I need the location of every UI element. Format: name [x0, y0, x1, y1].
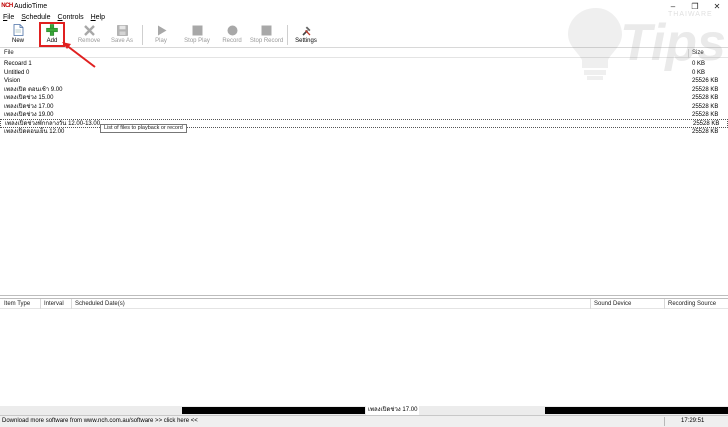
app-logo-icon: NCH	[1, 3, 13, 9]
file-size: 0 KB	[692, 61, 706, 67]
stop-record-label: Stop Record	[249, 38, 284, 44]
title-bar: NCH AudioTime – ❐ ✕	[0, 0, 728, 12]
window-title: AudioTime	[14, 2, 48, 10]
column-header-size[interactable]: Size	[692, 50, 704, 56]
stop-play-label: Stop Play	[184, 38, 210, 44]
playback-progress-bar[interactable]: เพลงเปิดช่วง 17.00	[0, 406, 728, 415]
schedule-header: Item Type Interval Scheduled Date(s) Sou…	[0, 299, 728, 309]
menu-controls[interactable]: Controls	[58, 14, 84, 21]
column-divider[interactable]	[71, 299, 72, 309]
file-list-tooltip: List of files to playback or record	[100, 124, 187, 133]
column-divider[interactable]	[590, 299, 591, 309]
play-button[interactable]: Play	[151, 23, 171, 47]
file-size: 25528 KB	[692, 86, 719, 93]
download-more-link[interactable]: Download more software from www.nch.com.…	[2, 418, 198, 424]
file-name: เพลงเปิดช่วง 17.00	[4, 103, 54, 110]
file-size: 25528 KB	[692, 103, 719, 110]
file-name: เพลงเปิด ตอนเช้า 9.00	[4, 86, 63, 93]
record-button[interactable]: Record	[220, 23, 244, 47]
maximize-button[interactable]: ❐	[684, 0, 706, 12]
record-label: Record	[222, 38, 242, 44]
settings-tools-icon	[300, 24, 312, 36]
remove-label: Remove	[77, 38, 101, 44]
file-size: 25528 KB	[692, 129, 719, 135]
progress-segment-left	[182, 407, 365, 414]
stop-square-icon	[191, 24, 203, 36]
toolbar-separator	[142, 25, 143, 45]
file-size: 0 KB	[692, 69, 706, 76]
list-item[interactable]: เพลงเปิดช่วง 15.00 25528 KB	[0, 94, 728, 103]
status-divider	[664, 417, 665, 426]
list-item[interactable]: Recoard 1 0 KB	[0, 60, 728, 69]
progress-segment-right	[545, 407, 728, 414]
toolbar-separator	[287, 25, 288, 45]
file-name: เพลงเปิดตอนเย็น 12.00	[4, 129, 65, 135]
file-size: 25528 KB	[693, 121, 720, 127]
stop-record-square-icon	[261, 24, 273, 36]
file-size: 25526 KB	[692, 78, 719, 84]
record-circle-icon	[226, 24, 238, 36]
menu-file[interactable]: File	[3, 14, 14, 21]
add-highlight-box	[39, 22, 65, 47]
schedule-pane[interactable]: Item Type Interval Scheduled Date(s) Sou…	[0, 298, 728, 404]
column-divider[interactable]	[664, 299, 665, 309]
file-name: Vision	[4, 78, 21, 84]
settings-label: Settings	[295, 38, 317, 44]
window-controls: – ❐ ✕	[662, 0, 728, 12]
column-header-item-type[interactable]: Item Type	[4, 301, 30, 307]
menu-bar: File Schedule Controls Help	[0, 12, 728, 22]
stop-play-button[interactable]: Stop Play	[183, 23, 211, 47]
column-header-file[interactable]: File	[4, 50, 14, 56]
list-item[interactable]: เพลงเปิด ตอนเช้า 9.00 25528 KB	[0, 86, 728, 95]
new-button[interactable]: New	[10, 23, 26, 47]
minimize-button[interactable]: –	[662, 0, 684, 12]
column-header-sound-device[interactable]: Sound Device	[594, 301, 631, 307]
menu-schedule[interactable]: Schedule	[21, 14, 50, 21]
play-icon	[155, 24, 167, 36]
column-header-interval[interactable]: Interval	[44, 301, 64, 307]
new-document-icon	[12, 24, 24, 36]
file-name: เพลงเปิดช่วงพักกลางวัน 12.00-13.00	[5, 121, 101, 127]
now-playing-label: เพลงเปิดช่วง 17.00	[366, 406, 420, 415]
stop-record-button[interactable]: Stop Record	[249, 23, 284, 47]
settings-button[interactable]: Settings	[294, 23, 318, 47]
new-label: New	[11, 38, 24, 44]
file-size: 25528 KB	[692, 95, 719, 101]
file-name: เพลงเปิดช่วง 15.00	[4, 95, 54, 101]
clock-time: 17:29:51	[681, 418, 705, 424]
file-size: 25528 KB	[692, 112, 719, 118]
file-name: Untitled 0	[4, 69, 30, 76]
list-item[interactable]: Untitled 0 0 KB	[0, 69, 728, 78]
save-as-label: Save As	[111, 38, 134, 44]
list-item[interactable]: Vision 25526 KB	[0, 77, 728, 86]
column-header-scheduled-dates[interactable]: Scheduled Date(s)	[75, 301, 125, 307]
column-header-recording-source[interactable]: Recording Source	[668, 301, 716, 307]
file-list-header: File Size	[0, 49, 728, 58]
list-item[interactable]: เพลงเปิดช่วง 17.00 25528 KB	[0, 103, 728, 112]
file-name: Recoard 1	[4, 61, 32, 67]
column-divider[interactable]	[40, 299, 41, 309]
toolbar: New Add Remove Save As Play Stop Play Re…	[0, 22, 728, 48]
menu-help[interactable]: Help	[91, 14, 105, 21]
file-name: เพลงเปิดช่วง 19.00	[4, 112, 54, 118]
file-list-pane[interactable]: File Size Recoard 1 0 KB Untitled 0 0 KB…	[0, 49, 728, 296]
play-label: Play	[155, 38, 167, 44]
column-divider[interactable]	[688, 49, 689, 58]
close-button[interactable]: ✕	[706, 0, 728, 12]
save-disk-icon	[116, 24, 128, 36]
status-bar: Download more software from www.nch.com.…	[0, 415, 728, 427]
remove-button[interactable]: Remove	[77, 23, 101, 47]
save-as-button[interactable]: Save As	[111, 23, 133, 47]
remove-x-icon	[83, 24, 95, 36]
